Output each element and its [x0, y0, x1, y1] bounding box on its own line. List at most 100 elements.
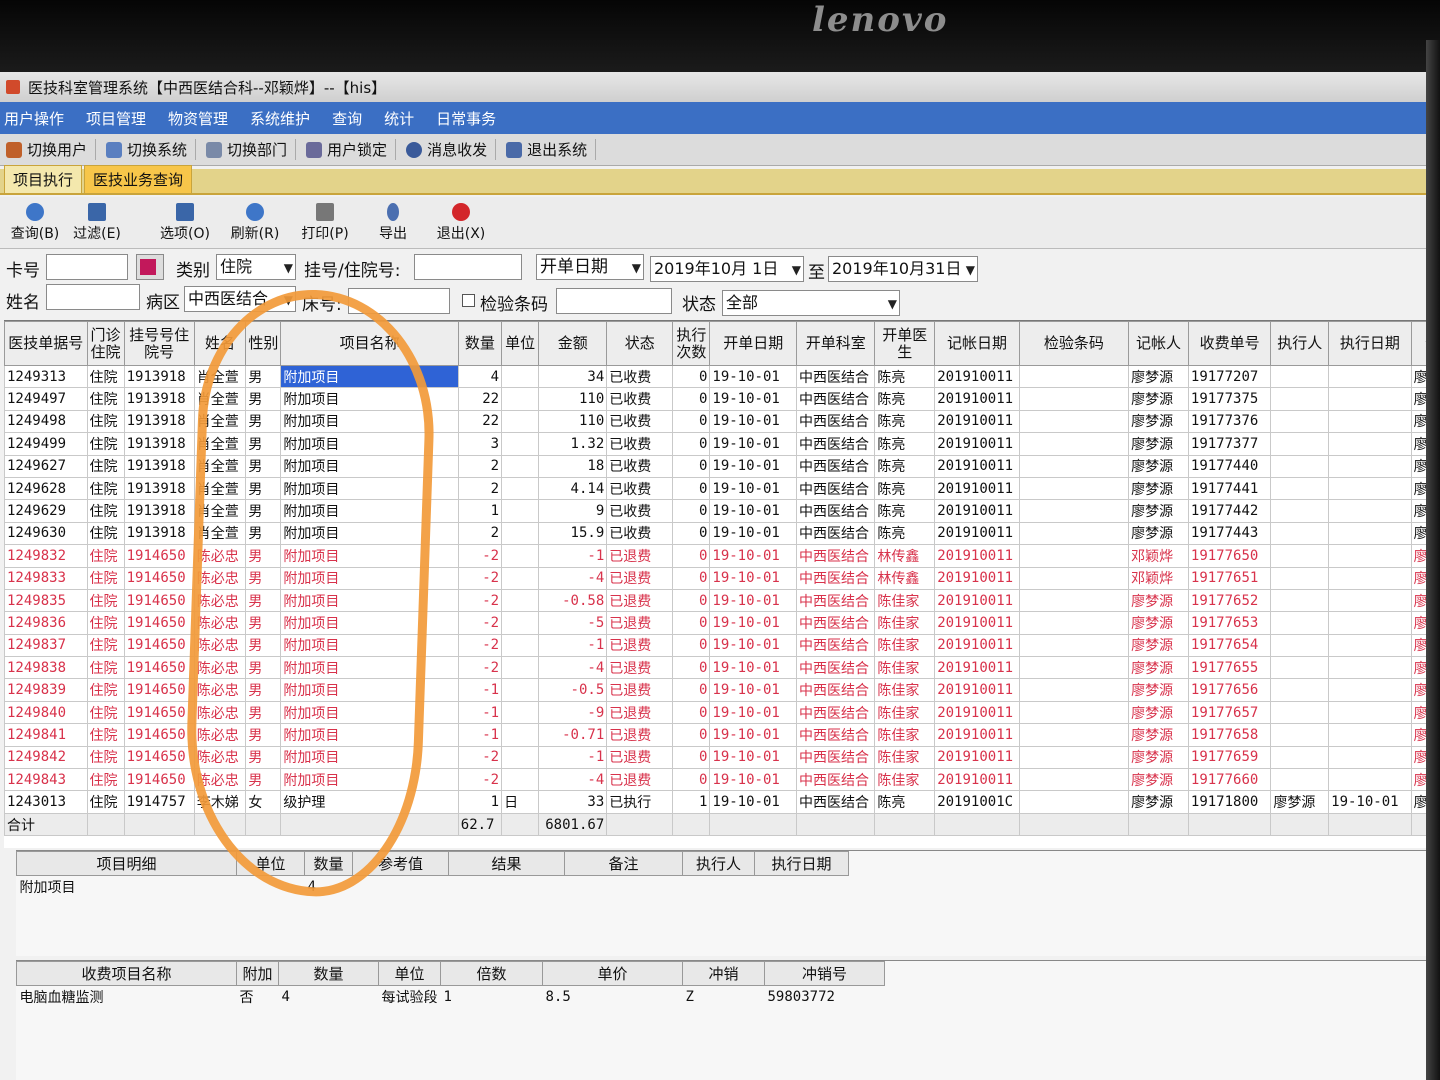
table-cell: 廖梦源 — [1128, 768, 1189, 792]
card-reader-button[interactable] — [136, 254, 164, 280]
total-amount: 6801.67 — [538, 812, 608, 837]
switch-system-button[interactable]: 切换系统 — [106, 139, 197, 160]
table-cell — [709, 812, 798, 837]
table-cell: 1914650 — [123, 566, 195, 590]
app-window: 医技科室管理系统【中西医结合科--邓颖烨】--【his】 用户操作 项目管理 物… — [0, 72, 1426, 1080]
table-cell: 0 — [672, 678, 711, 702]
refresh-button[interactable]: 刷新(R) — [220, 203, 290, 247]
table-cell — [1018, 588, 1130, 613]
table-cell — [501, 521, 540, 546]
table-cell: 0 — [672, 432, 711, 456]
switch-dept-button[interactable]: 切换部门 — [206, 139, 297, 160]
exit-label: 退出(X) — [436, 226, 486, 242]
query-button[interactable]: 查询(B) — [0, 203, 70, 247]
table-cell: 中西医结合 — [796, 678, 876, 702]
monitor-bezel — [0, 0, 1440, 72]
table-cell: 0 — [672, 723, 711, 747]
messages-button[interactable]: 消息收发 — [406, 139, 497, 160]
table-cell: 廖梦源 — [1128, 633, 1189, 658]
table-cell: 中西医结合 — [796, 409, 876, 434]
column-header: 状态 — [606, 321, 674, 366]
table-cell: -1 — [538, 745, 608, 770]
menu-daily[interactable]: 日常事务 — [436, 108, 496, 129]
table-cell — [1018, 499, 1130, 523]
charge-row[interactable]: 电脑血糖监测 否 4 每试验段 1 8.5 Z 59803772 — [17, 986, 885, 1008]
table-cell: -1 — [538, 544, 608, 568]
exit-system-button[interactable]: 退出系统 — [506, 139, 597, 160]
menu-supplies-mgmt[interactable]: 物资管理 — [168, 108, 228, 129]
table-cell: 1914650 — [123, 745, 195, 770]
title-bar: 医技科室管理系统【中西医结合科--邓颖烨】--【his】 — [0, 72, 1426, 102]
table-cell: 陈亮 — [874, 521, 936, 546]
menu-user-ops[interactable]: 用户操作 — [4, 108, 64, 129]
table-cell — [934, 812, 1020, 837]
barcode-input[interactable] — [556, 288, 672, 314]
table-cell: 已退费 — [606, 566, 674, 590]
table-cell: 林传鑫 — [874, 566, 936, 590]
table-cell: 1914650 — [123, 700, 195, 725]
category-select[interactable]: 住院 — [216, 254, 296, 280]
reg-number-input[interactable] — [414, 254, 522, 280]
exit-system-label: 退出系统 — [527, 141, 588, 159]
table-cell: 中西医结合 — [796, 544, 876, 568]
table-cell: 已退费 — [606, 723, 674, 747]
table-cell: 已收费 — [606, 409, 674, 434]
table-cell: 已收费 — [606, 387, 674, 411]
print-button[interactable]: 打印(P) — [290, 203, 360, 247]
table-cell: 19177659 — [1187, 745, 1272, 770]
table-cell: 陈亮 — [874, 476, 936, 501]
date-type-select[interactable]: 开单日期 — [536, 254, 644, 280]
table-cell — [501, 812, 540, 837]
lock-user-button[interactable]: 用户锁定 — [306, 139, 397, 160]
table-cell: 19-10-01 — [709, 499, 798, 523]
options-button[interactable]: 选项(O) — [150, 203, 220, 247]
hand-drawn-annotation — [181, 286, 439, 900]
table-cell — [1018, 476, 1130, 501]
table-cell: 1249630 — [4, 521, 88, 546]
filter-panel: 卡号 类别 住院 挂号/住院号: 开单日期 2019年10月 1日 至 2019… — [0, 250, 1426, 318]
table-cell — [1328, 566, 1412, 590]
tab-project-execution[interactable]: 项目执行 — [4, 165, 83, 193]
table-cell: 1 — [672, 790, 711, 814]
date-to-picker[interactable]: 2019年10月31日 — [828, 256, 978, 282]
charge-detail-table: 收费项目名称 附加 数量 单位 倍数 单价 冲销 冲销号 电脑血糖监测 否 4 每试验段 1 8.5 Z 5… — [16, 961, 885, 1008]
status-select[interactable]: 全部 — [722, 290, 900, 316]
user-switch-icon — [6, 141, 22, 158]
tab-business-query[interactable]: 医技业务查询 — [84, 165, 193, 193]
name-input[interactable] — [46, 284, 140, 310]
date-from-picker[interactable]: 2019年10月 1日 — [650, 256, 804, 282]
export-button[interactable]: 导出 — [358, 203, 428, 247]
table-cell — [874, 812, 936, 837]
exit-button[interactable]: 退出(X) — [426, 203, 496, 247]
table-cell: 廖梦源 — [1410, 364, 1426, 389]
table-cell: 陈亮 — [874, 454, 936, 478]
table-cell: 住院 — [86, 387, 125, 411]
menu-system-maint[interactable]: 系统维护 — [250, 108, 310, 129]
power-icon — [452, 203, 470, 221]
status-label: 状态 — [682, 295, 716, 315]
refresh-label: 刷新(R) — [230, 226, 280, 242]
table-cell: -0.71 — [538, 723, 608, 747]
menu-query[interactable]: 查询 — [332, 108, 362, 129]
table-cell: 住院 — [86, 588, 125, 613]
table-cell: 廖梦源 — [1410, 700, 1426, 725]
query-label: 查询(B) — [10, 226, 60, 242]
card-input[interactable] — [46, 254, 128, 280]
table-cell: 1249628 — [4, 476, 88, 501]
barcode-checkbox[interactable] — [462, 294, 475, 307]
table-cell: 廖梦源 — [1128, 409, 1189, 434]
menu-stats[interactable]: 统计 — [384, 108, 414, 129]
table-cell: 20191001C — [934, 790, 1020, 814]
table-cell: 201910011 — [934, 611, 1020, 635]
table-cell: 廖梦源 — [1128, 476, 1189, 501]
refresh-icon — [26, 203, 44, 221]
detail-row[interactable]: 附加项目 4 — [17, 876, 849, 898]
table-cell — [683, 876, 755, 898]
filter-button[interactable]: 过滤(E) — [62, 203, 132, 247]
table-cell — [1018, 745, 1130, 770]
switch-user-button[interactable]: 切换用户 — [6, 139, 97, 160]
table-cell — [123, 812, 195, 837]
menu-project-mgmt[interactable]: 项目管理 — [86, 108, 146, 129]
table-cell — [1328, 409, 1412, 434]
item-detail-table: 项目明细 单位 数量 参考值 结果 备注 执行人 执行日期 附加项目 4 — [16, 851, 849, 898]
